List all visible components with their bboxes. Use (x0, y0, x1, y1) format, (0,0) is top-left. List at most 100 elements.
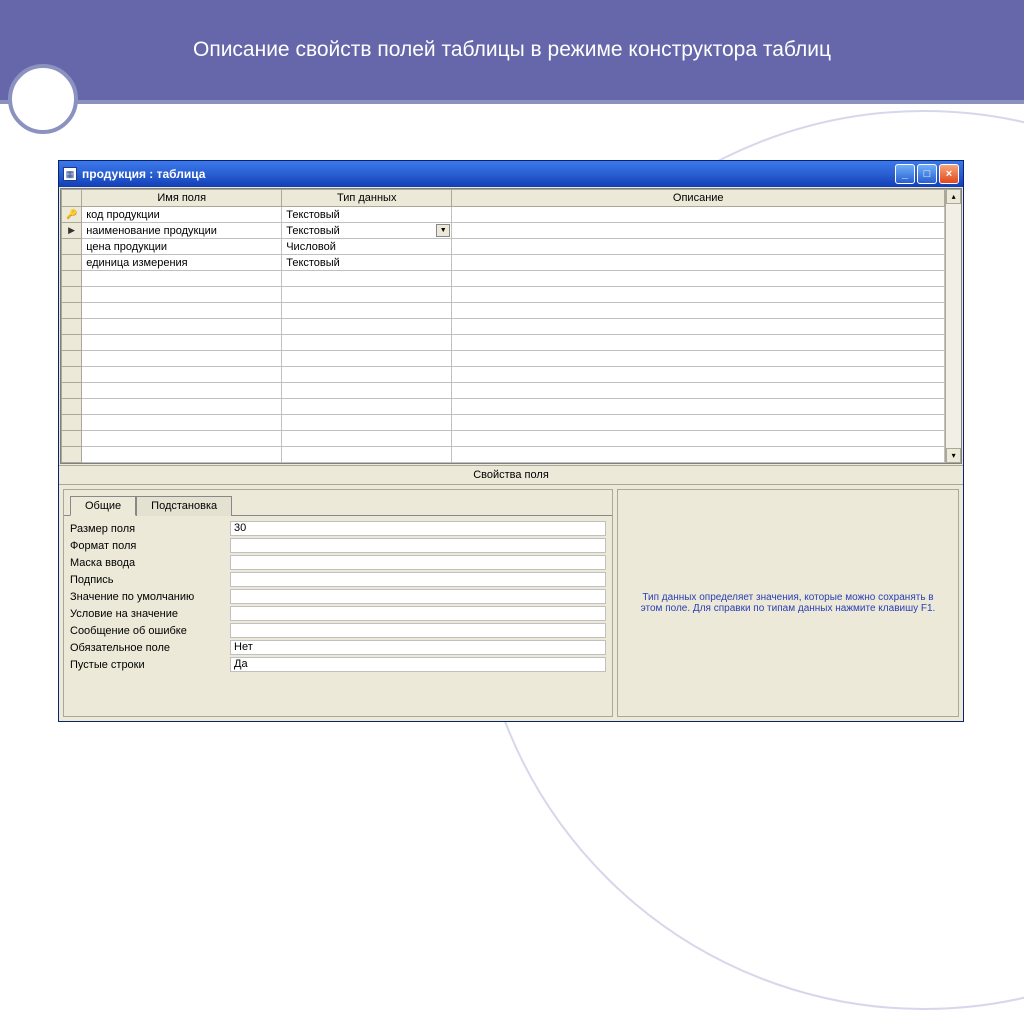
table-row[interactable] (62, 303, 945, 319)
table-row[interactable]: цена продукцииЧисловой (62, 239, 945, 255)
scroll-down-button[interactable]: ▾ (946, 448, 961, 463)
minimize-button[interactable]: _ (895, 164, 915, 184)
field-name-cell[interactable] (82, 431, 282, 447)
field-desc-cell[interactable] (452, 271, 945, 287)
table-row[interactable] (62, 367, 945, 383)
row-selector[interactable] (62, 383, 82, 399)
field-type-cell[interactable] (282, 383, 452, 399)
type-dropdown-button[interactable]: ▼ (436, 224, 450, 237)
row-selector[interactable]: 🔑 (62, 207, 82, 223)
table-row[interactable]: ▶наименование продукцииТекстовый▼ (62, 223, 945, 239)
row-selector[interactable] (62, 351, 82, 367)
field-desc-cell[interactable] (452, 223, 945, 239)
field-type-cell[interactable] (282, 287, 452, 303)
field-desc-cell[interactable] (452, 303, 945, 319)
row-selector[interactable] (62, 319, 82, 335)
table-row[interactable] (62, 287, 945, 303)
field-name-cell[interactable] (82, 383, 282, 399)
field-name-cell[interactable] (82, 415, 282, 431)
scroll-track[interactable] (946, 204, 961, 448)
field-name-cell[interactable] (82, 303, 282, 319)
field-type-cell[interactable] (282, 415, 452, 431)
row-selector[interactable] (62, 335, 82, 351)
titlebar[interactable]: ▦ продукция : таблица _ □ × (59, 161, 963, 187)
close-button[interactable]: × (939, 164, 959, 184)
field-name-cell[interactable] (82, 335, 282, 351)
fields-grid[interactable]: Имя поля Тип данных Описание 🔑код продук… (61, 189, 945, 463)
field-desc-cell[interactable] (452, 447, 945, 463)
field-type-cell[interactable] (282, 447, 452, 463)
property-value[interactable] (230, 606, 606, 621)
field-type-cell[interactable] (282, 303, 452, 319)
field-type-cell[interactable] (282, 335, 452, 351)
field-desc-cell[interactable] (452, 207, 945, 223)
field-desc-cell[interactable] (452, 415, 945, 431)
property-value[interactable]: 30 (230, 521, 606, 536)
tab-general[interactable]: Общие (70, 496, 136, 516)
col-header-desc[interactable]: Описание (452, 190, 945, 207)
row-selector[interactable] (62, 271, 82, 287)
row-selector[interactable] (62, 415, 82, 431)
tab-lookup[interactable]: Подстановка (136, 496, 232, 516)
field-name-cell[interactable]: наименование продукции (82, 223, 282, 239)
table-row[interactable] (62, 415, 945, 431)
property-value[interactable] (230, 589, 606, 604)
field-type-cell[interactable] (282, 351, 452, 367)
row-selector[interactable] (62, 303, 82, 319)
field-name-cell[interactable]: цена продукции (82, 239, 282, 255)
maximize-button[interactable]: □ (917, 164, 937, 184)
field-name-cell[interactable] (82, 447, 282, 463)
field-type-cell[interactable]: Текстовый (282, 207, 452, 223)
field-desc-cell[interactable] (452, 319, 945, 335)
field-name-cell[interactable] (82, 319, 282, 335)
table-row[interactable] (62, 383, 945, 399)
field-desc-cell[interactable] (452, 431, 945, 447)
field-type-cell[interactable] (282, 367, 452, 383)
field-desc-cell[interactable] (452, 351, 945, 367)
table-row[interactable] (62, 431, 945, 447)
table-row[interactable] (62, 399, 945, 415)
property-value[interactable] (230, 623, 606, 638)
field-desc-cell[interactable] (452, 335, 945, 351)
field-type-cell[interactable]: Числовой (282, 239, 452, 255)
field-type-cell[interactable] (282, 399, 452, 415)
table-row[interactable] (62, 351, 945, 367)
scroll-up-button[interactable]: ▴ (946, 189, 961, 204)
field-name-cell[interactable]: код продукции (82, 207, 282, 223)
field-desc-cell[interactable] (452, 399, 945, 415)
field-name-cell[interactable] (82, 399, 282, 415)
field-desc-cell[interactable] (452, 287, 945, 303)
row-selector[interactable] (62, 287, 82, 303)
field-type-cell[interactable] (282, 431, 452, 447)
table-row[interactable]: 🔑код продукцииТекстовый (62, 207, 945, 223)
field-desc-cell[interactable] (452, 383, 945, 399)
property-value[interactable] (230, 538, 606, 553)
row-selector[interactable] (62, 431, 82, 447)
vertical-scrollbar[interactable]: ▴ ▾ (945, 189, 961, 463)
field-type-cell[interactable] (282, 319, 452, 335)
property-value[interactable] (230, 572, 606, 587)
field-type-cell[interactable]: Текстовый▼ (282, 223, 452, 239)
table-row[interactable]: единица измеренияТекстовый (62, 255, 945, 271)
property-value[interactable] (230, 555, 606, 570)
table-row[interactable] (62, 335, 945, 351)
field-name-cell[interactable] (82, 351, 282, 367)
field-name-cell[interactable] (82, 287, 282, 303)
table-row[interactable] (62, 319, 945, 335)
field-name-cell[interactable]: единица измерения (82, 255, 282, 271)
row-selector[interactable] (62, 239, 82, 255)
field-desc-cell[interactable] (452, 239, 945, 255)
field-type-cell[interactable]: Текстовый (282, 255, 452, 271)
field-desc-cell[interactable] (452, 255, 945, 271)
row-selector[interactable] (62, 399, 82, 415)
property-value[interactable]: Нет (230, 640, 606, 655)
table-row[interactable] (62, 271, 945, 287)
row-selector[interactable]: ▶ (62, 223, 82, 239)
row-selector[interactable] (62, 255, 82, 271)
col-header-name[interactable]: Имя поля (82, 190, 282, 207)
table-row[interactable] (62, 447, 945, 463)
col-header-type[interactable]: Тип данных (282, 190, 452, 207)
property-value[interactable]: Да (230, 657, 606, 672)
row-selector[interactable] (62, 367, 82, 383)
row-selector[interactable] (62, 447, 82, 463)
